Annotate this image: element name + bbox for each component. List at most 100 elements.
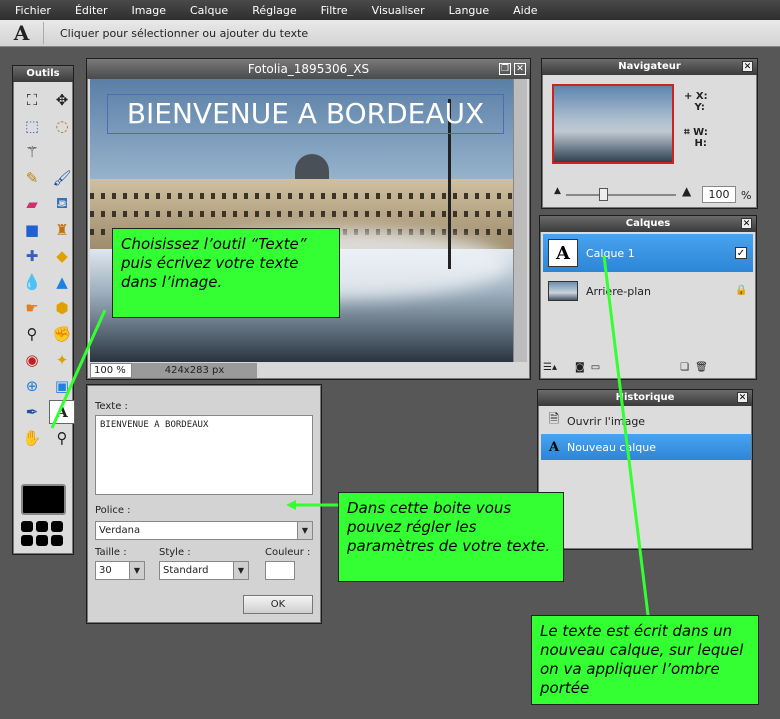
bucket-icon[interactable]: ⛾ [49, 192, 75, 216]
crop-icon[interactable]: ⛶ [19, 88, 45, 112]
layer-style-icon[interactable]: ▭ [591, 362, 600, 376]
resize-icon: ⌗ [684, 127, 690, 138]
mini-swatch[interactable] [21, 521, 33, 532]
mini-swatch[interactable] [36, 521, 48, 532]
maximize-icon[interactable]: ❐ [499, 63, 511, 75]
size-label: Taille : [95, 547, 127, 558]
heal-icon[interactable]: ✚ [19, 244, 45, 268]
visibility-checkbox[interactable]: ✓ [735, 247, 747, 259]
move-icon[interactable]: ✥ [49, 88, 75, 112]
layer-mask-icon[interactable]: ◙ [575, 362, 585, 376]
menu-editer[interactable]: Éditer [75, 4, 108, 17]
layers-panel: Calques ✕ A Calque 1 ✓ Arrière-plan 🔒 ☰▴… [539, 215, 757, 380]
ok-button[interactable]: OK [243, 595, 313, 614]
zoom-field[interactable]: 100 % [90, 363, 132, 378]
callout-text-dialog: Dans cette boite vous pouvez régler les … [338, 492, 564, 582]
color-label: Couleur : [265, 547, 311, 558]
eyedropper-icon[interactable]: ✒ [19, 400, 45, 424]
zoom-icon[interactable]: ⚲ [49, 426, 75, 450]
brush-icon[interactable]: 🖌 [49, 166, 75, 190]
size-select-value: 30 [99, 565, 112, 576]
layer-name[interactable]: Calque 1 [586, 247, 735, 260]
stamp-icon[interactable]: ♜ [49, 218, 75, 242]
font-select-value: Verdana [99, 525, 141, 536]
image-canvas[interactable]: BIENVENUE A BORDEAUX [90, 79, 514, 362]
menu-calque[interactable]: Calque [190, 4, 228, 17]
navigator-panel: Navigateur ✕ + X: Y: ⌗ W: H: ▲ ▲ 100 % [541, 58, 758, 209]
close-icon[interactable]: ✕ [514, 63, 526, 75]
mini-swatch[interactable] [51, 535, 63, 546]
navigator-title: Navigateur [618, 61, 681, 72]
vertical-scrollbar[interactable] [513, 79, 527, 362]
crosshair-icon: + [684, 91, 693, 102]
sponge-icon[interactable]: ⬢ [49, 296, 75, 320]
history-panel: Historique ✕ 🗎 Ouvrir l'image A Nouveau … [537, 389, 753, 550]
navigator-thumbnail[interactable] [552, 84, 674, 164]
text-label: Texte : [95, 401, 128, 412]
navigator-wh: ⌗ W: H: [684, 127, 708, 149]
zoom-in-icon[interactable]: ▲ [682, 184, 691, 198]
menu-aide[interactable]: Aide [513, 4, 537, 17]
menu-reglage[interactable]: Réglage [252, 4, 296, 17]
text-color-swatch[interactable] [265, 561, 295, 580]
zoom-out-icon[interactable]: ▲ [554, 186, 561, 196]
magic-wand-icon[interactable]: ⚚ [19, 140, 45, 164]
empty-slot [49, 140, 75, 164]
menu-fichier[interactable]: Fichier [15, 4, 51, 17]
hand-icon[interactable]: ✋ [19, 426, 45, 450]
close-icon[interactable]: ✕ [742, 61, 753, 72]
text-layer-thumbnail: A [548, 239, 578, 267]
blur-icon[interactable]: 💧 [19, 270, 45, 294]
menu-langue[interactable]: Langue [449, 4, 490, 17]
chevron-down-icon[interactable]: ▼ [233, 562, 248, 579]
close-icon[interactable]: ✕ [741, 218, 752, 229]
layer-row[interactable]: A Calque 1 ✓ [543, 234, 753, 272]
pinch-icon[interactable]: ⊕ [19, 374, 45, 398]
zoom-slider[interactable]: ▲ ▲ [554, 184, 694, 201]
chevron-down-icon[interactable]: ▼ [129, 562, 144, 579]
menu-visualiser[interactable]: Visualiser [372, 4, 425, 17]
shape-icon[interactable]: ◆ [49, 244, 75, 268]
smudge-icon[interactable]: ☛ [19, 296, 45, 320]
text-input[interactable]: BIENVENUE A BORDEAUX [95, 415, 313, 495]
layer-row[interactable]: Arrière-plan 🔒 [543, 272, 753, 310]
lock-icon[interactable]: 🔒 [735, 285, 747, 297]
lasso-icon[interactable]: ◌ [49, 114, 75, 138]
history-item[interactable]: 🗎 Ouvrir l'image [541, 408, 751, 434]
navigator-zoom-input[interactable]: 100 [702, 186, 736, 203]
close-icon[interactable]: ✕ [737, 392, 748, 403]
dodge-icon[interactable]: ⚲ [19, 322, 45, 346]
layer-name[interactable]: Arrière-plan [586, 285, 735, 298]
mini-swatch[interactable] [51, 521, 63, 532]
style-select[interactable]: Standard ▼ [159, 561, 249, 580]
bloat-icon[interactable]: ✦ [49, 348, 75, 372]
canvas-text-layer[interactable]: BIENVENUE A BORDEAUX [107, 94, 504, 134]
color-replace-icon[interactable]: ▣ [49, 374, 75, 398]
layers-title: Calques [625, 218, 671, 229]
image-window-titlebar[interactable]: Fotolia_1895306_XS ❐ ✕ [87, 59, 530, 79]
zoom-slider-knob[interactable] [599, 188, 608, 201]
mini-swatch[interactable] [21, 535, 33, 546]
text-tool-icon[interactable]: A [49, 400, 75, 424]
image-layer-thumbnail [548, 281, 578, 301]
red-eye-icon[interactable]: ◉ [19, 348, 45, 372]
burn-icon[interactable]: ✊ [49, 322, 75, 346]
size-select[interactable]: 30 ▼ [95, 561, 145, 580]
chevron-down-icon[interactable]: ▼ [297, 522, 312, 539]
menu-image[interactable]: Image [132, 4, 166, 17]
sharpen-icon[interactable]: ▲ [49, 270, 75, 294]
x-label: X: [695, 91, 708, 102]
pencil-icon[interactable]: ✎ [19, 166, 45, 190]
marquee-icon[interactable]: ⬚ [19, 114, 45, 138]
history-item[interactable]: A Nouveau calque [541, 434, 751, 460]
eraser-icon[interactable]: ▰ [19, 192, 45, 216]
new-layer-icon[interactable]: ❏ [680, 362, 689, 376]
gradient-icon[interactable]: ■ [19, 218, 45, 242]
foreground-color-swatch[interactable] [21, 484, 66, 515]
mini-swatch[interactable] [36, 535, 48, 546]
delete-layer-icon[interactable]: 🗑 [695, 362, 708, 376]
font-select[interactable]: Verdana ▼ [95, 521, 313, 540]
style-label: Style : [159, 547, 191, 558]
menu-filtre[interactable]: Filtre [321, 4, 348, 17]
layer-options-icon[interactable]: ☰▴ [543, 362, 557, 376]
